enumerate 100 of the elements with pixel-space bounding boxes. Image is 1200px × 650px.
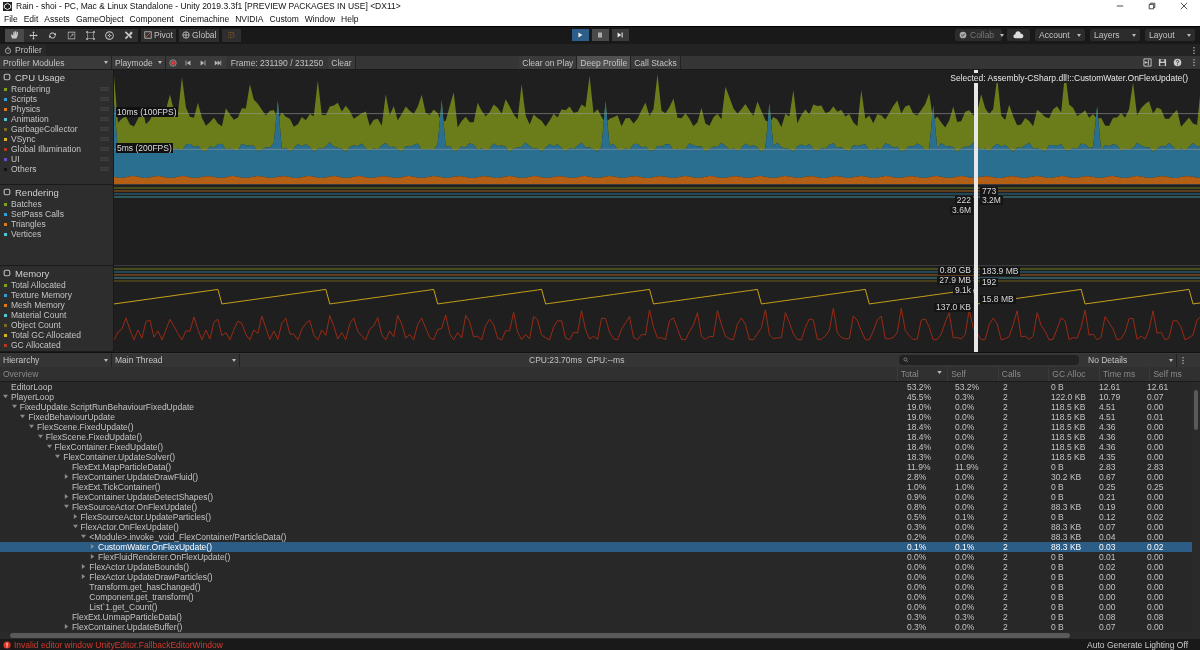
profiler-row[interactable]: FlexContainer.UpdateDetectShapes() 0.9% 0.0% 2 0 B 0.21 0.00 — [0, 491, 1192, 502]
profiler-row[interactable]: FixedBehaviourUpdate 19.0% 0.0% 2 118.5 KB 4.51 0.01 — [0, 411, 1192, 422]
menu-item[interactable]: Cinemachine — [176, 14, 233, 25]
table-cell-text: 0.19 — [1098, 501, 1117, 512]
legend-label[interactable]: Rendering — [11, 84, 51, 95]
table-cell-text: 0.3% — [906, 621, 928, 632]
legend-label[interactable]: Vertices — [11, 229, 42, 240]
table-cell-text: 0.0% — [954, 451, 976, 462]
profiler-row[interactable]: FlexScene.FixedUpdate() 18.4% 0.0% 2 118.5 KB 4.36 0.00 — [0, 431, 1192, 442]
target-dropdown[interactable]: Playmode — [112, 56, 166, 70]
legend-label[interactable]: SetPass Calls — [11, 209, 64, 220]
legend-label[interactable]: Total GC Allocated — [11, 330, 81, 341]
layout-dropdown[interactable]: Layout — [1145, 29, 1195, 42]
profiler-modules-dropdown[interactable]: Profiler Modules — [0, 56, 112, 70]
sample-name: Component.get_transform() — [89, 591, 194, 602]
error-message[interactable]: Invalid editor window UnityEditor.FallbackEditorWindow — [14, 639, 223, 650]
menu-item[interactable]: Assets — [41, 14, 73, 25]
legend-label[interactable]: Animation — [11, 114, 49, 125]
profiler-row[interactable]: FlexContainer.UpdateBuffer() 0.3% 0.0% 2 0 B 0.07 0.00 — [0, 621, 1192, 632]
profiler-row[interactable]: FlexExt.MapParticleData() 11.9% 11.9% 2 0 B 2.83 2.83 — [0, 461, 1192, 472]
profiler-row[interactable]: FlexScene.FixedUpdate() 18.4% 0.0% 2 118.5 KB 4.36 0.00 — [0, 421, 1192, 432]
account-dropdown[interactable]: Account — [1035, 29, 1085, 42]
legend-label[interactable]: GC Allocated — [11, 340, 61, 351]
profiler-row[interactable]: EditorLoop 53.2% 53.2% 2 0 B 12.61 12.61 — [0, 381, 1192, 392]
legend-label[interactable]: UI — [11, 154, 20, 165]
table-cell-text: 0.04 — [1098, 531, 1117, 542]
profiler-row[interactable]: PlayerLoop 45.5% 0.3% 2 122.0 KB 10.79 0.07 — [0, 391, 1192, 402]
legend-label[interactable]: Scripts — [11, 94, 37, 105]
profiler-row[interactable]: FlexContainer.UpdateDrawFluid() 2.8% 0.0% 2 30.2 KB 0.67 0.00 — [0, 471, 1192, 482]
sample-name: FlexSourceActor.OnFlexUpdate() — [71, 501, 198, 512]
legend-label[interactable]: Others — [11, 164, 37, 175]
menu-item[interactable]: Component — [126, 14, 177, 25]
column-header[interactable]: Self ms — [1149, 367, 1200, 381]
profiler-row[interactable]: List`1.get_Count() 0.0% 0.0% 2 0 B 0.00 0.00 — [0, 601, 1192, 612]
sample-name: PlayerLoop — [11, 391, 54, 402]
legend-label[interactable]: Batches — [11, 199, 42, 210]
column-header[interactable]: Time ms — [1098, 367, 1150, 381]
legend-label[interactable]: Material Count — [11, 310, 67, 321]
column-header[interactable]: Total — [896, 367, 948, 381]
legend-label[interactable]: VSync — [11, 134, 36, 145]
table-cell-text: 0.1% — [954, 511, 976, 522]
legend-label[interactable]: Mesh Memory — [11, 300, 65, 311]
legend-label[interactable]: GarbageCollector — [11, 124, 78, 135]
profiler-row[interactable]: FlexActor.UpdateBounds() 0.0% 0.0% 2 0 B 0.02 0.00 — [0, 561, 1192, 572]
table-cell-text: 2 — [1002, 381, 1009, 392]
global-button[interactable]: Global — [178, 28, 220, 42]
column-header[interactable]: Self — [947, 367, 998, 381]
column-header[interactable]: Overview — [0, 367, 897, 381]
profiler-row[interactable]: FlexExt.TickContainer() 1.0% 1.0% 2 0 B 0.25 0.25 — [0, 481, 1192, 492]
legend-label[interactable]: Texture Memory — [11, 290, 72, 301]
table-cell-text: 0.0% — [954, 601, 976, 612]
table-cell-text: 0.0% — [954, 571, 976, 582]
menu-item[interactable]: GameObject — [72, 14, 127, 25]
profiler-row[interactable]: FlexActor.UpdateDrawParticles() 0.0% 0.0% 2 0 B 0.00 0.00 — [0, 571, 1192, 582]
legend-label[interactable]: Global Illumination — [11, 144, 81, 155]
profiler-row[interactable]: FixedUpdate.ScriptRunBehaviourFixedUpdate 19.0% 0.0% 2 118.5 KB 4.51 0.00 — [0, 401, 1192, 412]
profiler-row[interactable]: CustomWater.OnFlexUpdate() 0.1% 0.1% 2 88.3 KB 0.03 0.02 — [0, 541, 1192, 552]
profiler-row[interactable]: Transform.get_hasChanged() 0.0% 0.0% 2 0 B 0.00 0.00 — [0, 581, 1192, 592]
menu-item[interactable]: File — [1, 14, 21, 25]
profiler-tab[interactable]: Profiler — [0, 44, 46, 57]
toggle-button[interactable]: Call Stacks — [631, 56, 681, 70]
menu-item[interactable]: Edit — [20, 14, 42, 25]
clear-button[interactable]: Clear — [328, 56, 356, 70]
table-cell-text: 2 — [1002, 591, 1009, 602]
profiler-row[interactable]: <Module>.invoke_void_FlexContainer/ParticleData() 0.2% 0.0% 2 88.3 KB 0.04 0.00 — [0, 531, 1192, 542]
module-title[interactable]: CPU Usage — [0, 70, 113, 85]
profiler-row[interactable]: FlexActor.OnFlexUpdate() 0.3% 0.0% 2 88.3 KB 0.07 0.00 — [0, 521, 1192, 532]
column-header[interactable]: Calls — [997, 367, 1049, 381]
toggle-button[interactable]: Clear on Play — [519, 56, 578, 70]
menu-item[interactable]: Window — [301, 14, 339, 25]
menu-item[interactable]: Custom — [266, 14, 302, 25]
profiler-row[interactable]: FlexContainer.UpdateSolver() 18.3% 0.0% 2 118.5 KB 4.35 0.00 — [0, 451, 1192, 462]
legend-label[interactable]: Physics — [11, 104, 41, 115]
legend-label[interactable]: Triangles — [11, 219, 46, 230]
toggle-button[interactable]: Deep Profile — [577, 56, 632, 70]
legend-label[interactable]: Total Allocated — [11, 280, 66, 291]
table-cell-text: 2 — [1002, 611, 1009, 622]
profiler-row[interactable]: FlexSourceActor.OnFlexUpdate() 0.8% 0.0% 2 88.3 KB 0.19 0.00 — [0, 501, 1192, 512]
profiler-row[interactable]: FlexContainer.FixedUpdate() 18.4% 0.0% 2 118.5 KB 4.36 0.00 — [0, 441, 1192, 452]
table-cell-text: 0.0% — [906, 591, 928, 602]
table-cell-text: 0 B — [1050, 621, 1065, 632]
profiler-row[interactable]: FlexSourceActor.UpdateParticles() 0.5% 0.1% 2 0 B 0.12 0.02 — [0, 511, 1192, 522]
table-cell-text: 118.5 KB — [1050, 441, 1087, 452]
table-cell-text: 0.00 — [1146, 521, 1165, 532]
menu-item[interactable]: Help — [338, 14, 362, 25]
legend-label[interactable]: Object Count — [11, 320, 61, 331]
view-dropdown[interactable]: Hierarchy — [0, 353, 112, 368]
sample-name: FlexSourceActor.UpdateParticles() — [80, 511, 211, 522]
column-header[interactable]: GC Alloc — [1048, 367, 1099, 381]
table-cell-text: 0.21 — [1098, 491, 1117, 502]
table-cell-text: 0.00 — [1098, 571, 1117, 582]
profiler-row[interactable]: FlexExt.UnmapParticleData() 0.3% 0.3% 2 0 B 0.08 0.08 — [0, 611, 1192, 622]
module-title[interactable]: Rendering — [0, 185, 113, 200]
profiler-row[interactable]: FlexFluidRenderer.OnFlexUpdate() 0.0% 0.0% 2 0 B 0.01 0.00 — [0, 551, 1192, 562]
table-cell-text: 2 — [1002, 621, 1009, 632]
profiler-row[interactable]: Component.get_transform() 0.0% 0.0% 2 0 B 0.00 0.00 — [0, 591, 1192, 602]
menu-item[interactable]: NVIDIA — [232, 14, 267, 25]
layers-dropdown[interactable]: Layers — [1090, 29, 1140, 42]
module-title[interactable]: Memory — [0, 266, 113, 281]
pivot-button[interactable]: Pivot — [141, 28, 176, 42]
